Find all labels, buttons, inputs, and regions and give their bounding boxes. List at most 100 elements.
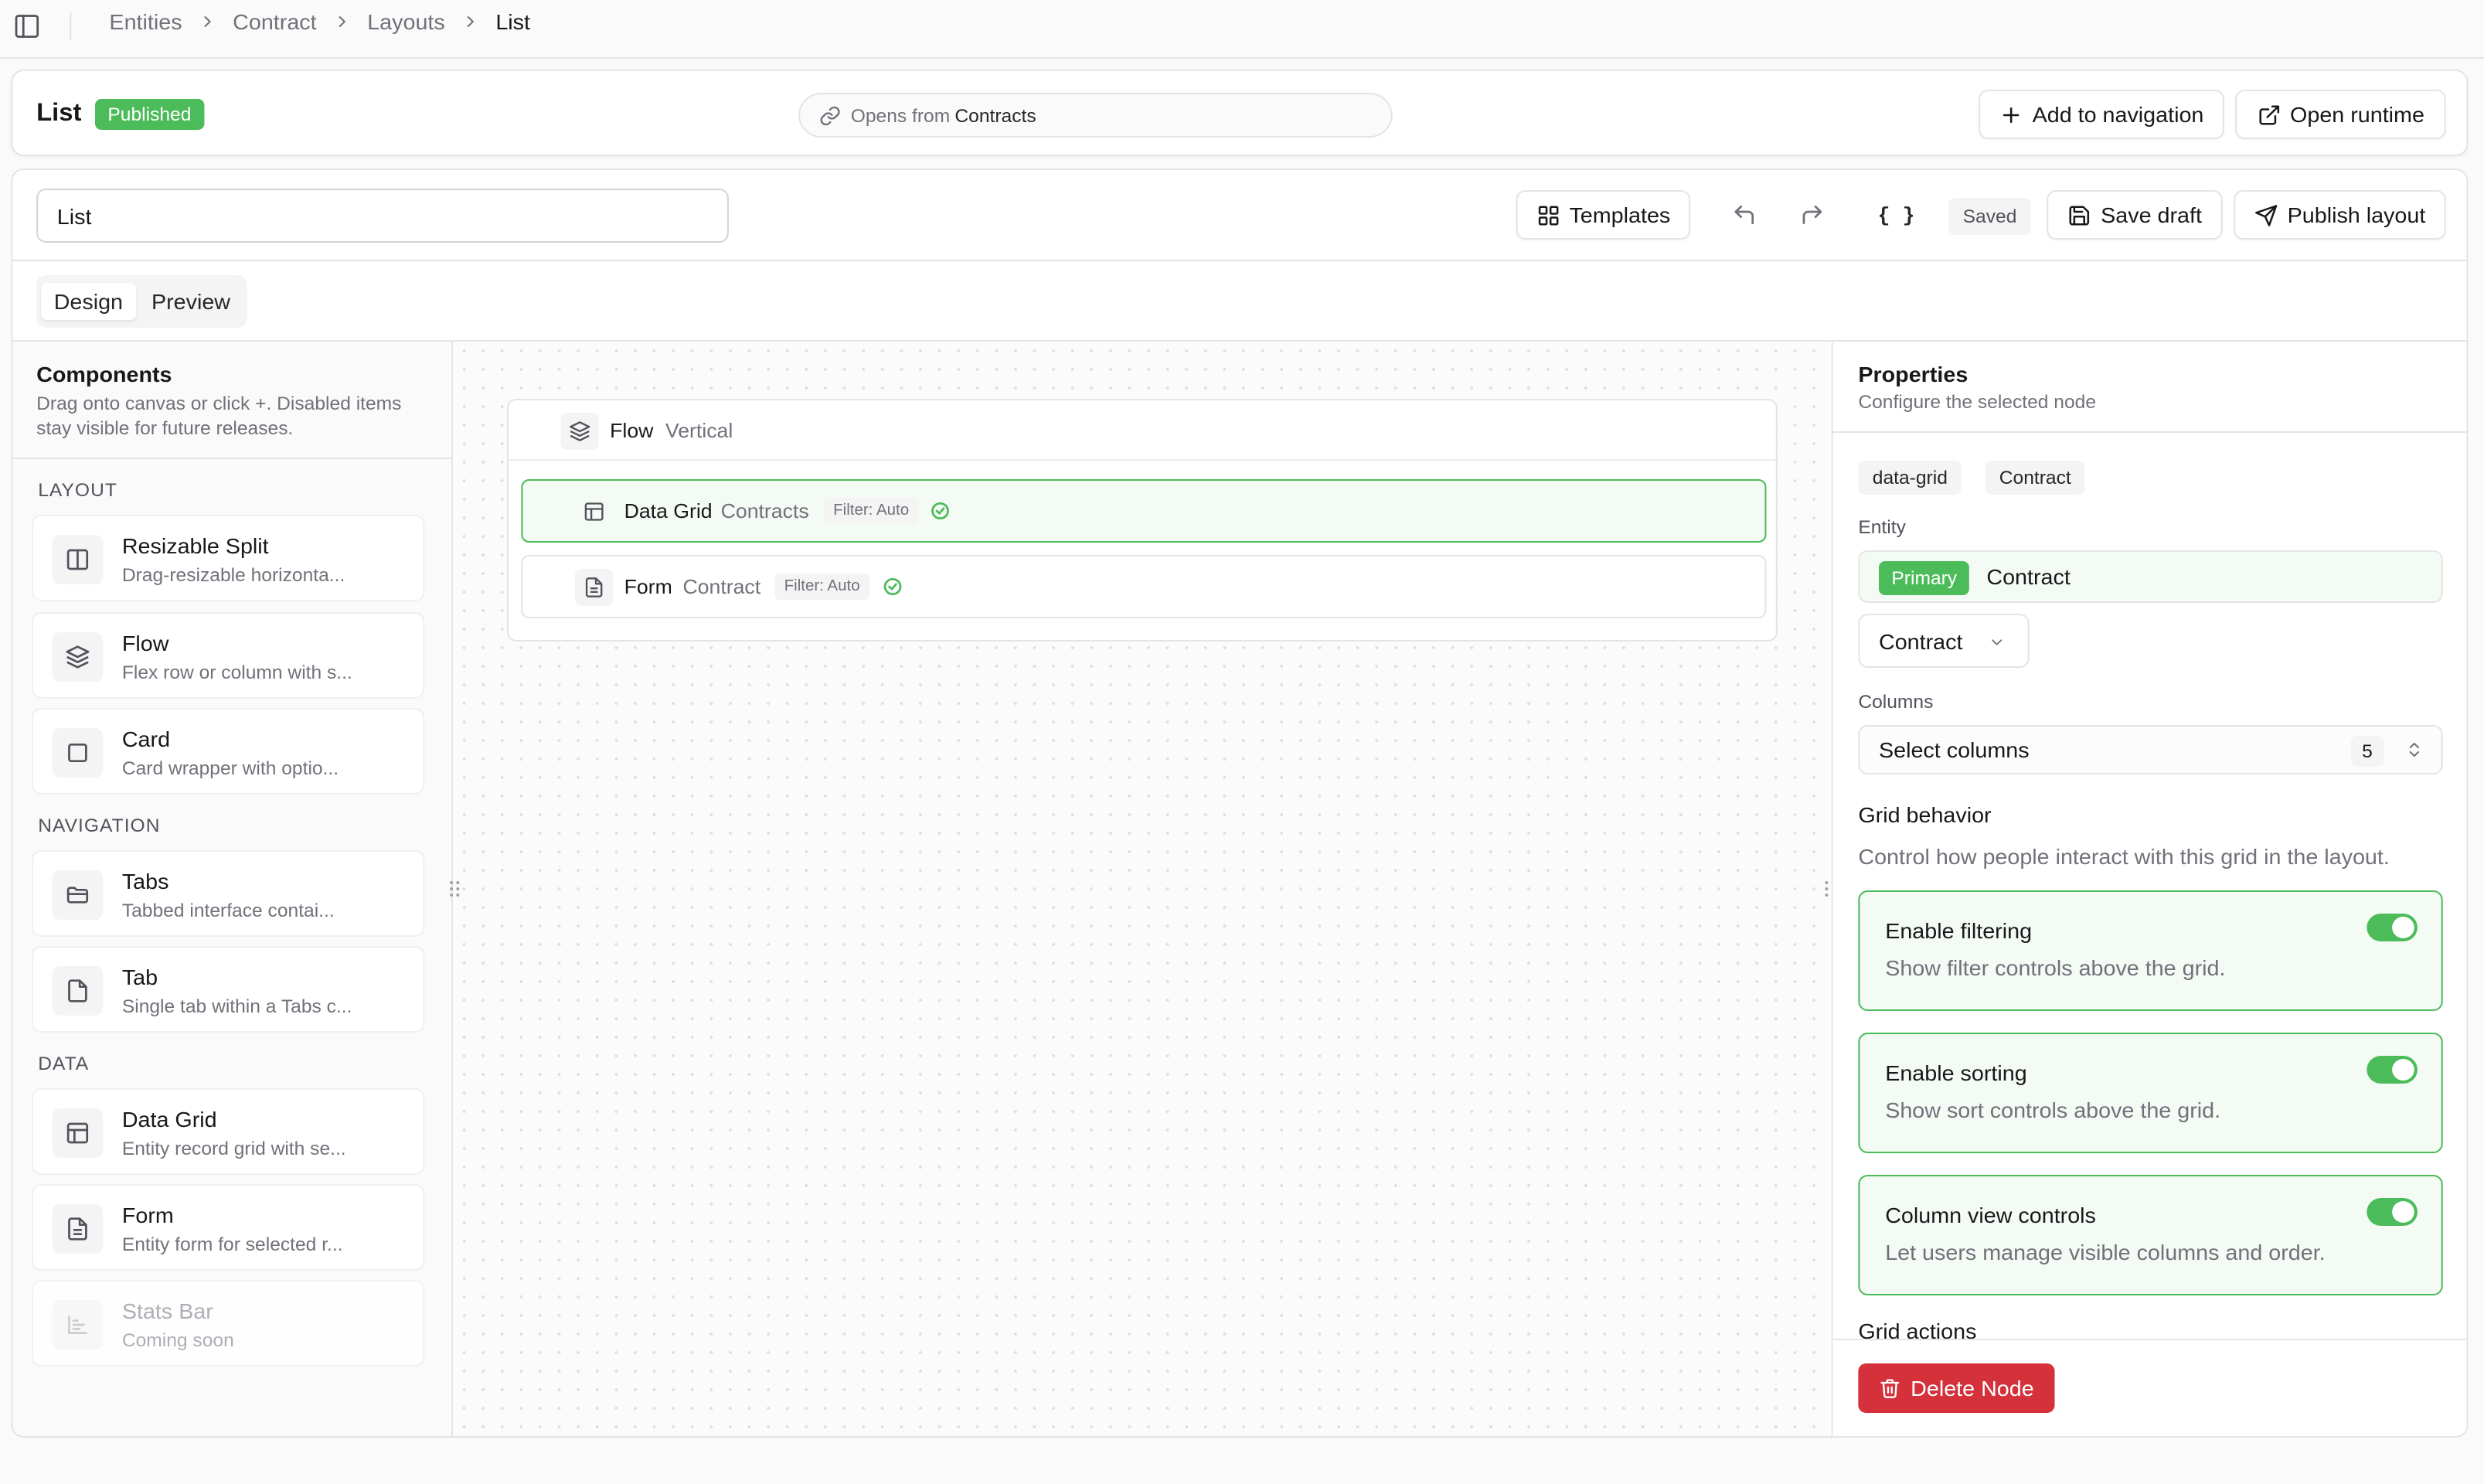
link-icon — [820, 105, 840, 125]
divider — [12, 458, 452, 459]
properties-subtitle: Configure the selected node — [1858, 391, 2097, 413]
components-panel: Components Drag onto canvas or click +. … — [12, 342, 454, 1436]
undo-icon[interactable] — [1725, 196, 1763, 233]
component-desc: Single tab within a Tabs c... — [121, 996, 352, 1017]
entity-select-value: Contract — [1878, 628, 1963, 653]
data-grid-node[interactable]: Data Grid Contracts Filter: Auto — [521, 479, 1767, 543]
breadcrumb-current: List — [495, 9, 531, 34]
trash-icon — [1880, 1379, 1900, 1398]
component-tabs[interactable]: Tabs Tabbed interface contai... — [31, 850, 425, 937]
add-to-navigation-button[interactable]: Add to navigation — [1979, 90, 2224, 139]
node-entity: Contract — [682, 575, 761, 598]
chevron-right-icon — [467, 16, 474, 27]
delete-node-button[interactable]: Delete Node — [1858, 1363, 2055, 1413]
breadcrumb-contract[interactable]: Contract — [233, 9, 316, 34]
templates-label: Templates — [1569, 203, 1671, 227]
save-draft-button[interactable]: Save draft — [2047, 190, 2223, 240]
layout-header: List Published Opens from Contracts Add … — [11, 70, 2469, 156]
opens-from-pill[interactable]: Opens from Contracts — [798, 93, 1393, 138]
node-entity: Contracts — [720, 499, 809, 522]
flow-node[interactable]: Flow Vertical Data Grid Contracts Filter… — [506, 399, 1778, 642]
entity-select[interactable]: Contract — [1858, 614, 2030, 668]
layers-icon — [560, 413, 599, 450]
component-name: Flow — [121, 631, 169, 655]
tab-design[interactable]: Design — [41, 283, 136, 320]
sorting-toggle[interactable] — [2367, 1056, 2418, 1084]
option-desc: Let users manage visible columns and ord… — [1885, 1240, 2326, 1264]
component-tab[interactable]: Tab Single tab within a Tabs c... — [31, 946, 425, 1033]
component-resizable-split[interactable]: Resizable Split Drag-resizable horizonta… — [31, 515, 425, 601]
component-name: Card — [121, 727, 171, 751]
primary-entity: Primary Contract — [1858, 550, 2443, 603]
node-entity-chip: Contract — [1985, 461, 2086, 495]
chevron-right-icon — [204, 16, 211, 27]
section-navigation: NAVIGATION — [38, 815, 161, 836]
components-subtitle: Drag onto canvas or click +. Disabled it… — [36, 393, 402, 439]
option-title: Enable filtering — [1885, 918, 2033, 943]
divider — [1832, 431, 2467, 433]
plus-icon — [2003, 107, 2020, 122]
component-stats-bar: Stats Bar Coming soon — [31, 1280, 425, 1367]
layers-icon — [52, 632, 104, 682]
node-type-chip: data-grid — [1858, 461, 1962, 495]
flow-direction: Vertical — [665, 419, 733, 442]
save-draft-label: Save draft — [2101, 203, 2202, 227]
json-braces-icon[interactable]: { } — [1873, 196, 1920, 233]
component-name: Resizable Split — [121, 533, 269, 558]
component-form[interactable]: Form Entity form for selected r... — [31, 1184, 425, 1271]
option-column-view-controls: Column view controls Let users manage vi… — [1858, 1175, 2443, 1295]
opens-from-entity: Contracts — [954, 104, 1036, 126]
chart-icon — [52, 1300, 104, 1350]
entity-label: Entity — [1858, 516, 1906, 538]
node-name: Data Grid — [624, 499, 713, 522]
flow-header: Flow Vertical — [508, 400, 1776, 461]
component-flow[interactable]: Flow Flex row or column with s... — [31, 612, 425, 699]
templates-button[interactable]: Templates — [1516, 190, 1691, 240]
filtering-toggle[interactable] — [2367, 914, 2418, 941]
chevron-right-icon — [339, 16, 345, 27]
publish-layout-button[interactable]: Publish layout — [2234, 190, 2446, 240]
divider — [70, 12, 72, 40]
component-desc: Flex row or column with s... — [121, 662, 352, 683]
saved-indicator: Saved — [1948, 198, 2031, 235]
redo-icon[interactable] — [1793, 196, 1831, 233]
component-card[interactable]: Card Card wrapper with optio... — [31, 708, 425, 795]
tab-preview[interactable]: Preview — [139, 283, 243, 320]
publish-layout-label: Publish layout — [2287, 203, 2426, 227]
divider — [12, 260, 2467, 261]
columns-count-badge: 5 — [2350, 736, 2384, 767]
layout-name-input[interactable] — [36, 189, 729, 243]
resize-handle-left[interactable] — [448, 878, 461, 900]
properties-title: Properties — [1858, 362, 1968, 386]
grid-icon — [1537, 205, 1558, 225]
add-to-navigation-label: Add to navigation — [2032, 102, 2204, 127]
open-runtime-button[interactable]: Open runtime — [2235, 90, 2446, 139]
columns-select[interactable]: Select columns 5 — [1858, 725, 2443, 774]
breadcrumb-layouts[interactable]: Layouts — [367, 9, 445, 34]
breadcrumb-entities[interactable]: Entities — [109, 9, 182, 34]
node-name: Form — [624, 575, 672, 598]
option-enable-sorting: Enable sorting Show sort controls above … — [1858, 1033, 2443, 1153]
page-title: List — [36, 100, 82, 127]
section-layout: LAYOUT — [38, 479, 117, 501]
component-name: Data Grid — [121, 1107, 217, 1132]
columns-placeholder: Select columns — [1878, 737, 2030, 762]
component-data-grid[interactable]: Data Grid Entity record grid with se... — [31, 1088, 425, 1175]
option-desc: Show sort controls above the grid. — [1885, 1098, 2221, 1122]
design-canvas[interactable]: Flow Vertical Data Grid Contracts Filter… — [450, 342, 1835, 1436]
component-name: Tabs — [121, 869, 169, 893]
table-icon — [575, 493, 613, 530]
form-node[interactable]: Form Contract Filter: Auto — [521, 555, 1767, 618]
properties-footer: Delete Node — [1832, 1339, 2467, 1436]
folder-icon — [52, 870, 104, 920]
columns-icon — [52, 535, 104, 584]
column-view-toggle[interactable] — [2367, 1198, 2418, 1226]
chevron-down-icon — [1992, 639, 2003, 645]
sidebar-toggle-icon[interactable] — [12, 12, 41, 40]
chevrons-up-down-icon — [2409, 743, 2419, 757]
table-icon — [52, 1108, 104, 1158]
option-desc: Show filter controls above the grid. — [1885, 955, 2226, 980]
filter-badge: Filter: Auto — [823, 498, 919, 524]
option-title: Enable sorting — [1885, 1060, 2027, 1085]
open-runtime-label: Open runtime — [2290, 102, 2424, 127]
